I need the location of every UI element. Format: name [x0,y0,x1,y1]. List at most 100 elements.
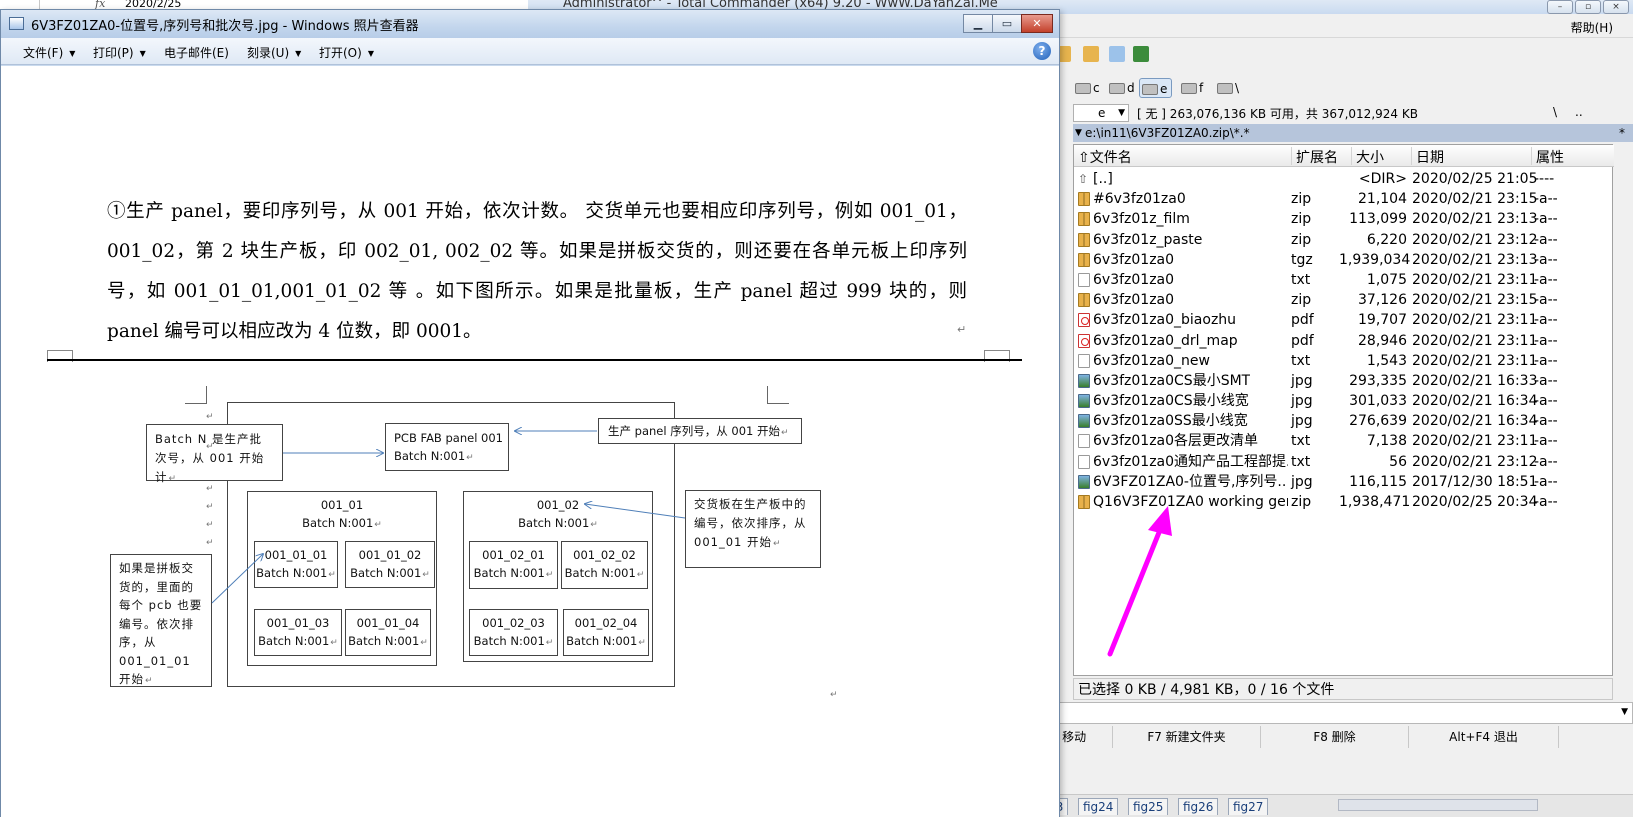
file-row[interactable]: 6v3fz01za0SS最小线宽 jpg 276,639 2020/02/21 16:… [1074,411,1614,431]
excel-icon[interactable] [1133,46,1149,62]
tc-minimize-button[interactable]: – [1547,0,1573,14]
tab-fig27[interactable]: fig27 [1228,798,1269,815]
file-row[interactable]: 6v3fz01za0_drl_map pdf 28,946 2020/02/21 23… [1074,331,1614,351]
file-row[interactable]: [..] <DIR> 2020/02/25 21:05---- [1074,169,1614,189]
drive-e-button[interactable]: e [1139,78,1173,98]
file-row[interactable]: 6v3fz01za0通知产品工程部提.. txt 56 2020/02/21 23:1… [1074,452,1614,472]
menu-open[interactable]: 打开(O) ▼ [319,44,374,61]
altf4-exit-button[interactable]: Alt+F4 退出 [1409,726,1559,748]
history-dropdown-icon[interactable]: ▼ [1075,124,1082,142]
file-attr: -a-- [1534,494,1558,510]
file-rows: [..] <DIR> 2020/02/25 21:05---- #6v3fz01za0… [1074,169,1614,512]
file-name: 6v3fz01za0_drl_map [1093,332,1238,349]
file-row[interactable]: 6v3fz01z_film zip 113,099 2020/02/21 23:13-… [1074,209,1614,229]
file-row[interactable]: 6v3fz01za0CS最小SMT jpg 293,335 2020/02/21 16… [1074,371,1614,391]
col-name[interactable]: ⇧文件名 [1074,147,1292,166]
viewer-titlebar[interactable]: 6V3FZ01ZA0-位置号,序列号和批次号.jpg - Windows 照片查… [1,10,1059,38]
file-ext: zip [1291,494,1312,510]
col-size[interactable]: 大小 [1352,147,1412,166]
file-row[interactable]: #6v3fz01za0 zip 21,104 2020/02/21 23:15 -a-- [1074,189,1614,209]
file-name: 6v3fz01za0CS最小线宽 [1093,393,1249,410]
file-ext: jpg [1291,393,1313,410]
zip-file-icon [1078,293,1090,308]
menu-file[interactable]: 文件(F) ▼ [23,44,75,61]
current-path: e:\in11\6V3FZ01ZA0.zip\*.* [1085,126,1250,140]
file-attr: -a-- [1534,312,1558,329]
paragraph-mark: ↵ [206,412,214,422]
viewer-title: 6V3FZ01ZA0-位置号,序列号和批次号.jpg - Windows 照片查… [31,19,419,34]
f8-delete-button[interactable]: F8 删除 [1261,726,1409,748]
file-size: 116,115 [1349,473,1407,490]
root-button[interactable]: \ [1553,105,1557,119]
pcb-cell-001-02-03: 001_02_03 Batch N:001↵ [469,609,558,656]
file-row[interactable]: 6v3fz01za0各层更改清单 txt 7,138 2020/02/21 23:11… [1074,431,1614,451]
help-icon[interactable]: ? [1033,42,1051,60]
horizontal-scrollbar[interactable] [1338,799,1538,811]
tc-help-menu[interactable]: 帮助(H) [1571,19,1613,36]
image-canvas[interactable]: ①生产 panel，要印序列号，从 001 开始，依次计数。 交货单元也要相应印… [1,66,1059,817]
f7-newfolder-button[interactable]: F7 新建文件夹 [1113,726,1261,748]
file-ext: txt [1291,352,1311,369]
tc-close-button[interactable]: × [1603,0,1629,14]
file-ext: jpg [1291,372,1313,389]
file-name: 6v3fz01za0 [1093,271,1175,288]
file-date: 2020/02/21 23:11 [1412,271,1538,288]
command-line-input[interactable] [1033,702,1633,724]
file-ext: txt [1291,433,1311,450]
file-row[interactable]: 6v3fz01za0 zip 37,126 2020/02/21 23:15 -a-- [1074,290,1614,310]
menu-print[interactable]: 打印(P) ▼ [93,44,146,61]
tc-right-panel: c d e f \ e [ 无 ] 263,076,136 KB 可用，共 36… [1033,38,1633,817]
file-attr: -a-- [1534,332,1558,349]
up-dir-button[interactable]: .. [1575,105,1583,119]
desktop: fx 2020/2/25 Administrator^ - Total Comm… [0,0,1633,817]
viewer-close-button[interactable]: ✕ [1021,14,1053,33]
drive-select[interactable]: e [1073,104,1129,122]
file-row[interactable]: 6v3fz01za0_new txt 1,543 2020/02/21 23:11 -a… [1074,351,1614,371]
path-bar[interactable]: ▼ e:\in11\6V3FZ01ZA0.zip\*.* * [1073,124,1633,142]
file-ext: pdf [1291,332,1314,349]
file-ext: zip [1291,292,1312,309]
file-date: 2020/02/21 23:15 [1412,292,1538,309]
file-date: 2020/02/21 23:13 [1412,251,1538,268]
file-date: 2020/02/21 23:13 [1412,211,1538,228]
viewer-maximize-button[interactable]: ▭ [992,14,1022,33]
pcb-cell-001-02-01: 001_02_01 Batch N:001↵ [469,541,558,589]
file-date: 2020/02/21 23:15 [1412,191,1538,208]
col-attr[interactable]: 属性 [1532,147,1614,166]
file-row[interactable]: 6v3fz01za0 txt 1,075 2020/02/21 23:11 -a-- [1074,270,1614,290]
file-date: 2020/02/21 16:34 [1412,413,1538,430]
file-row[interactable]: 6v3fz01z_paste zip 6,220 2020/02/21 23:12 -a… [1074,230,1614,250]
drive-f-button[interactable]: f [1179,78,1203,98]
folder-icon[interactable] [1083,46,1099,62]
jpg-file-icon [1078,414,1090,429]
menu-burn[interactable]: 刻录(U) ▼ [247,44,301,61]
file-name: #6v3fz01za0 [1093,191,1186,208]
tab-fig25[interactable]: fig25 [1128,798,1169,815]
col-date[interactable]: 日期 [1412,147,1532,166]
drive-c-button[interactable]: c [1073,78,1100,98]
zip-file-icon [1078,252,1090,267]
file-row[interactable]: 6v3fz01za0_biaozhu pdf 19,707 2020/02/21 23… [1074,310,1614,330]
file-date: 2020/02/25 20:34 [1412,494,1538,510]
col-ext[interactable]: 扩展名 [1292,147,1352,166]
file-row[interactable]: 6V3FZ01ZA0-位置号,序列号.. jpg 116,115 2017/12/30… [1074,472,1614,492]
file-row[interactable]: 6v3fz01za0 tgz 1,939,034 2020/02/21 23:13 -a… [1074,250,1614,270]
path-filter[interactable]: * [1619,124,1625,142]
file-size: 6,220 [1366,231,1407,248]
menu-email[interactable]: 电子邮件(E) [164,44,229,61]
sync-icon[interactable] [1109,46,1125,62]
crop-mark [185,386,207,404]
file-size: 7,138 [1366,433,1407,450]
tc-maximize-button[interactable]: ▫ [1575,0,1601,14]
drive-d-button[interactable]: d [1107,78,1135,98]
page-break-rule [47,359,1022,361]
zip-file-icon [1078,192,1090,207]
file-row[interactable]: Q16V3FZ01ZA0 working gerb.. zip 1,938,471 2… [1074,492,1614,512]
file-row[interactable]: 6v3fz01za0CS最小线宽 jpg 301,033 2020/02/21 16:… [1074,391,1614,411]
file-list[interactable]: ⇧文件名 扩展名 大小 日期 属性 [..] <DIR> 2020/02/25 21… [1073,144,1614,676]
file-date: 2017/12/30 18:51 [1412,473,1538,490]
network-drive-button[interactable]: \ [1215,78,1239,98]
tab-fig26[interactable]: fig26 [1178,798,1219,815]
viewer-minimize-button[interactable]: ▁ [963,14,993,33]
tab-fig24[interactable]: fig24 [1078,798,1119,815]
